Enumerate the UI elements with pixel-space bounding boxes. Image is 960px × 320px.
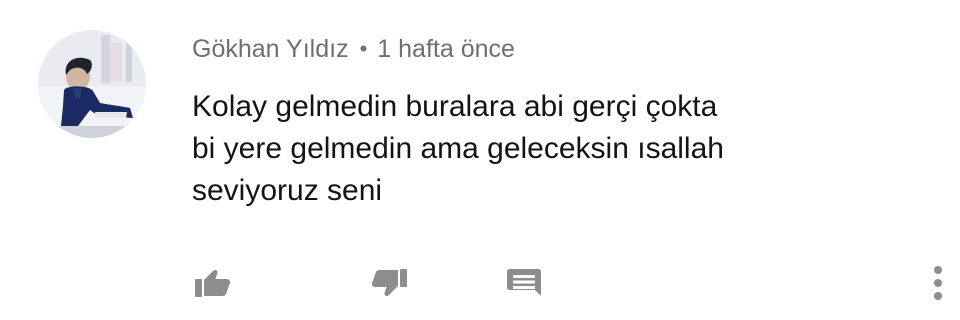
meta-separator: •	[359, 36, 368, 61]
comment-text-line: seviyoruz seni	[192, 174, 383, 207]
avatar-image	[38, 30, 146, 138]
comment-icon	[507, 269, 541, 296]
author-name[interactable]: Gökhan Yıldız	[192, 35, 349, 64]
comment-meta: Gökhan Yıldız • 1 hafta önce	[192, 32, 515, 66]
more-vertical-icon	[934, 266, 942, 300]
comment-text-line: bi yere gelmedin ama geleceksin ısallah	[192, 132, 724, 165]
dislike-button[interactable]	[364, 258, 416, 308]
thumbs-up-icon	[195, 269, 231, 297]
comment-card: Gökhan Yıldız • 1 hafta önce Kolay gelme…	[0, 0, 960, 320]
thumbs-down-icon	[371, 269, 407, 297]
reply-button[interactable]	[498, 258, 550, 308]
comment-actions	[0, 258, 960, 308]
comment-text: Kolay gelmedin buralara abi gerçi çokta …	[192, 86, 912, 212]
more-options-button[interactable]	[914, 258, 960, 308]
comment-time[interactable]: 1 hafta önce	[377, 35, 515, 64]
like-button[interactable]	[186, 258, 238, 308]
comment-text-line: Kolay gelmedin buralara abi gerçi çokta	[192, 90, 718, 123]
avatar[interactable]	[38, 30, 146, 138]
